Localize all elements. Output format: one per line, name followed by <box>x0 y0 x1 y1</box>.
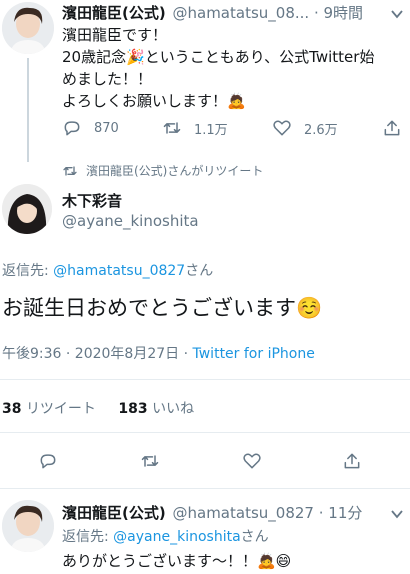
retweets-number: 38 <box>2 401 22 417</box>
tweet-text-line: めました！！ <box>62 70 153 88</box>
retweet-label: 濱田龍臣(公式)さんがリツイート <box>86 164 264 178</box>
retweet-button[interactable]: 1.1万 <box>162 118 228 138</box>
more-chevron-icon[interactable] <box>390 6 404 20</box>
thread-line <box>27 58 29 162</box>
reply-button[interactable]: 870 <box>62 118 119 138</box>
client-link[interactable]: Twitter for iPhone <box>193 346 315 362</box>
reply-suffix: さん <box>240 529 269 545</box>
avatar-hamatatsu[interactable] <box>2 2 54 54</box>
author-name[interactable]: 濱田龍臣(公式) <box>62 504 166 522</box>
tweet-text-line: 濱田龍臣です！ <box>62 26 168 44</box>
share-icon <box>384 120 400 136</box>
like-count: 2.6万 <box>304 122 338 138</box>
reply-icon <box>64 121 80 136</box>
retweet-icon <box>163 122 181 134</box>
tweet-text: 濱田龍臣です！ 20歳記念🎉ということもあり、公式Twitter始 めました！！… <box>62 24 407 112</box>
share-button[interactable] <box>342 451 362 471</box>
tweet-text: ありがとうございます〜！！🙇😄 <box>62 552 292 570</box>
divider <box>0 432 410 433</box>
share-icon <box>344 453 360 469</box>
reply-prefix: 返信先: <box>62 529 114 545</box>
tweet-text-line: 20歳記念🎉ということもあり、公式Twitter始 <box>62 48 375 66</box>
retweet-count: 1.1万 <box>194 122 228 138</box>
retweet-button[interactable] <box>140 451 160 471</box>
reply-prefix: 返信先: <box>2 263 54 279</box>
retweet-icon <box>63 165 77 176</box>
avatar-hamatatsu[interactable] <box>2 500 54 552</box>
separator-dot: · <box>313 4 319 22</box>
tweet-time[interactable]: 9時間 <box>324 4 364 22</box>
likes-stat[interactable]: 183 いいね <box>118 401 194 417</box>
engagement-stats: 38 リツイート 183 いいね <box>2 398 194 418</box>
tweet-time[interactable]: 11分 <box>328 504 362 522</box>
like-button[interactable]: 2.6万 <box>272 118 338 138</box>
reply-button[interactable] <box>38 451 58 471</box>
timestamp-text: 午後9:36 · 2020年8月27日 · <box>2 346 193 362</box>
avatar-photo <box>2 2 54 54</box>
separator-dot: · <box>318 504 324 522</box>
author-name[interactable]: 木下彩音 <box>62 190 122 211</box>
reply-to-link[interactable]: @ayane_kinoshita <box>113 529 241 545</box>
author-name[interactable]: 濱田龍臣(公式) <box>62 4 166 22</box>
reply-context: 返信先: @ayane_kinoshitaさん <box>62 526 269 546</box>
likes-label: いいね <box>152 401 195 417</box>
likes-number: 183 <box>118 401 148 417</box>
reply-to-link[interactable]: @hamatatsu_0827 <box>53 263 185 279</box>
retweets-label: リツイート <box>25 401 96 417</box>
tweet-text: お誕生日おめでとうございます☺️ <box>2 296 323 320</box>
avatar-photo <box>2 184 52 234</box>
divider <box>0 488 410 489</box>
tweet-text-line: よろしくお願いします！🙇 <box>62 92 246 110</box>
like-icon <box>273 120 291 136</box>
avatar-ayane[interactable] <box>2 184 52 234</box>
reply-context: 返信先: @hamatatsu_0827さん <box>2 260 213 280</box>
author-handle[interactable]: @ayane_kinoshita <box>62 212 199 230</box>
divider <box>0 379 410 380</box>
author-handle[interactable]: @hamatatsu_08... <box>173 4 310 22</box>
share-button[interactable] <box>382 118 402 138</box>
like-button[interactable] <box>242 451 262 471</box>
tweet-timestamp: 午後9:36 · 2020年8月27日 · Twitter for iPhone <box>2 343 315 363</box>
author-handle[interactable]: @hamatatsu_0827 <box>173 504 314 522</box>
avatar-photo <box>2 500 54 552</box>
retweet-indicator: 濱田龍臣(公式)さんがリツイート <box>62 162 263 179</box>
retweet-icon <box>141 455 159 467</box>
reply-suffix: さん <box>185 263 214 279</box>
reply-icon <box>40 454 56 469</box>
retweets-stat[interactable]: 38 リツイート <box>2 401 100 417</box>
like-icon <box>243 453 261 469</box>
reply-count: 870 <box>94 120 119 136</box>
more-chevron-icon[interactable] <box>390 506 404 520</box>
